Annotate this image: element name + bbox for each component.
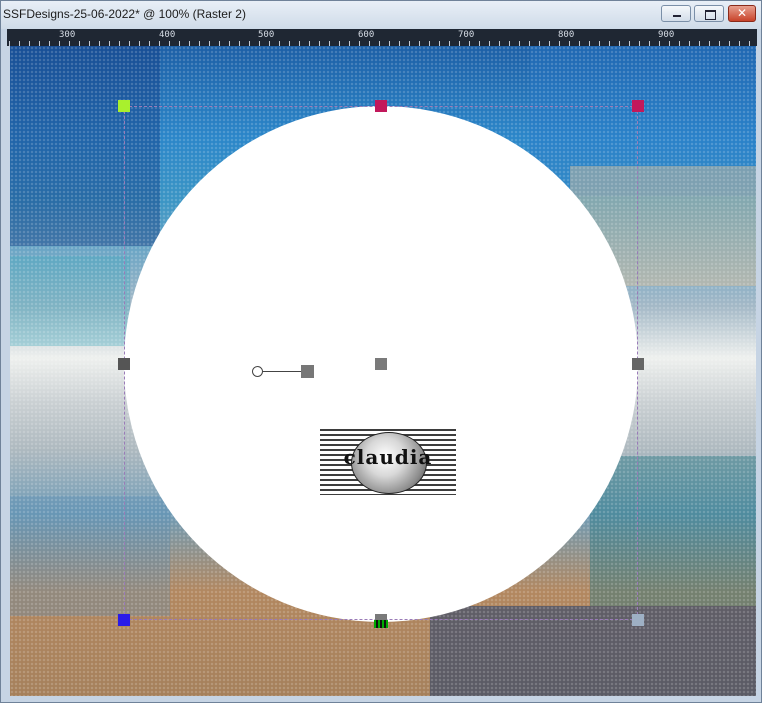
ruler-label: 400: [159, 30, 176, 40]
watermark-logo: claudia: [320, 429, 456, 495]
watermark-text: claudia: [343, 445, 433, 469]
handle-middle-right[interactable]: [632, 358, 644, 370]
ruler-label: 800: [558, 30, 575, 40]
close-icon: ✕: [736, 6, 748, 20]
close-button[interactable]: ✕: [728, 5, 756, 22]
rotation-handle[interactable]: [301, 365, 314, 378]
handle-top-right[interactable]: [632, 100, 644, 112]
minimize-icon: [662, 6, 690, 21]
handle-bottom-right[interactable]: [632, 614, 644, 626]
handle-middle-left[interactable]: [118, 358, 130, 370]
window-title: SSFDesigns-25-06-2022* @ 100% (Raster 2): [3, 7, 246, 21]
title-bar[interactable]: SSFDesigns-25-06-2022* @ 100% (Raster 2)…: [1, 1, 761, 29]
handle-center[interactable]: [375, 358, 387, 370]
rotation-pivot-icon[interactable]: [252, 366, 263, 377]
image-canvas[interactable]: claudia: [10, 46, 756, 696]
handle-top-left[interactable]: [118, 100, 130, 112]
handle-top-middle[interactable]: [375, 100, 387, 112]
ruler-label: 900: [658, 30, 675, 40]
pivot-marker-icon: [374, 620, 388, 628]
minimize-button[interactable]: [661, 5, 691, 22]
ruler-label: 700: [458, 30, 475, 40]
image-window: SSFDesigns-25-06-2022* @ 100% (Raster 2)…: [0, 0, 762, 703]
maximize-icon: [695, 6, 723, 21]
horizontal-ruler: 300 400 500 600 700 800 900: [7, 29, 757, 46]
handle-bottom-left[interactable]: [118, 614, 130, 626]
maximize-button[interactable]: [694, 5, 724, 22]
ruler-label: 500: [258, 30, 275, 40]
rotation-arm: [257, 371, 303, 372]
ruler-label: 600: [358, 30, 375, 40]
ruler-label: 300: [59, 30, 76, 40]
